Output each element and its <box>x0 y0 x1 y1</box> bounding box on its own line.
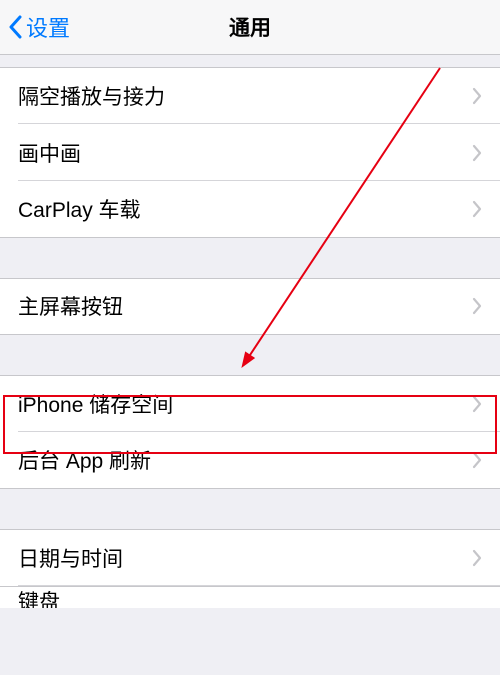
row-label: iPhone 储存空间 <box>18 389 472 419</box>
row-background-app-refresh[interactable]: 后台 App 刷新 <box>0 432 500 489</box>
row-date-time[interactable]: 日期与时间 <box>0 529 500 586</box>
chevron-right-icon <box>472 549 482 567</box>
row-home-button[interactable]: 主屏幕按钮 <box>0 278 500 335</box>
row-carplay[interactable]: CarPlay 车载 <box>0 181 500 238</box>
row-picture-in-picture[interactable]: 画中画 <box>0 124 500 181</box>
group-gap <box>0 489 500 529</box>
chevron-right-icon <box>472 87 482 105</box>
row-label: 画中画 <box>18 138 472 168</box>
chevron-right-icon <box>472 200 482 218</box>
group-gap <box>0 238 500 278</box>
row-iphone-storage[interactable]: iPhone 储存空间 <box>0 375 500 432</box>
group-gap <box>0 55 500 67</box>
row-label: CarPlay 车载 <box>18 194 472 224</box>
row-airplay-handoff[interactable]: 隔空播放与接力 <box>0 67 500 124</box>
row-label: 隔空播放与接力 <box>18 81 472 111</box>
row-label: 日期与时间 <box>18 543 472 573</box>
page-title: 通用 <box>0 12 500 42</box>
chevron-right-icon <box>472 144 482 162</box>
row-keyboard-partial[interactable]: 键盘 <box>0 586 500 608</box>
chevron-right-icon <box>472 451 482 469</box>
nav-bar: 设置 通用 <box>0 0 500 55</box>
row-label: 后台 App 刷新 <box>18 445 472 475</box>
row-label: 键盘 <box>18 586 60 608</box>
chevron-left-icon <box>8 15 22 39</box>
back-label: 设置 <box>26 11 70 43</box>
chevron-right-icon <box>472 395 482 413</box>
back-button[interactable]: 设置 <box>8 11 70 43</box>
row-label: 主屏幕按钮 <box>18 291 472 321</box>
group-gap <box>0 335 500 375</box>
chevron-right-icon <box>472 297 482 315</box>
